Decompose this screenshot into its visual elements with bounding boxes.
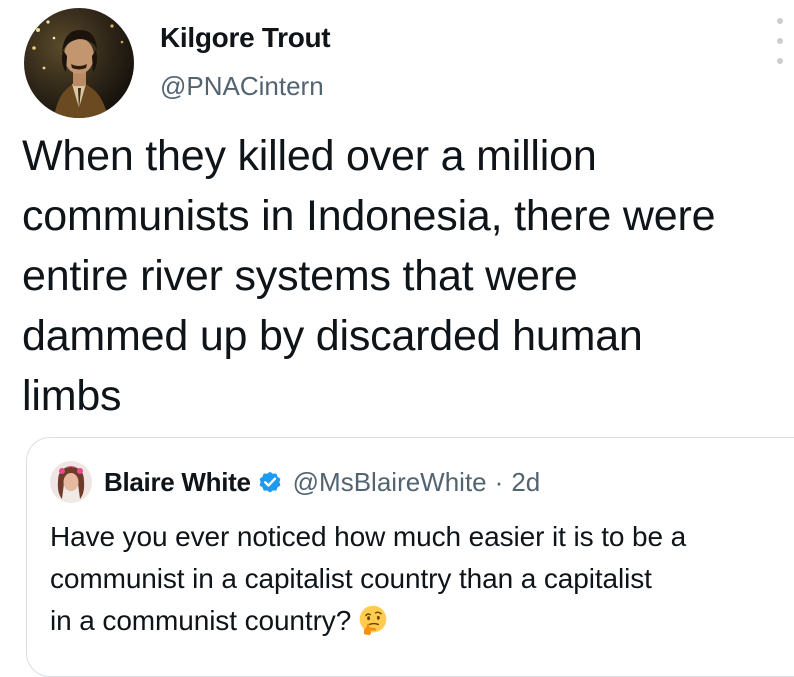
header-separator: · [494,466,504,497]
verified-badge-icon [259,471,281,493]
author-display-name[interactable]: Kilgore Trout [160,22,331,54]
quoted-author-avatar[interactable] [50,461,92,503]
author-handle[interactable]: @PNACintern [160,71,324,102]
more-vertical-icon-dot [777,58,783,64]
more-vertical-icon [777,18,783,24]
tweet-body-text: When they killed over a million communis… [22,132,716,420]
quoted-tweet-body: Have you ever noticed how much easier it… [50,516,785,642]
more-options-button[interactable] [770,18,790,64]
quoted-author-display-name[interactable]: Blaire White [104,467,251,498]
quoted-tweet-header: Blaire White @MsBlaireWhite · 2d [104,463,540,501]
more-vertical-icon-dot [777,38,783,44]
quoted-author-avatar-photo [50,461,92,503]
author-avatar-photo [24,8,134,118]
thinking-face-emoji-icon [359,605,387,636]
quoted-tweet-timestamp[interactable]: 2d [511,467,540,498]
quoted-author-handle[interactable]: @MsBlaireWhite [293,467,487,498]
author-avatar[interactable] [24,8,134,118]
